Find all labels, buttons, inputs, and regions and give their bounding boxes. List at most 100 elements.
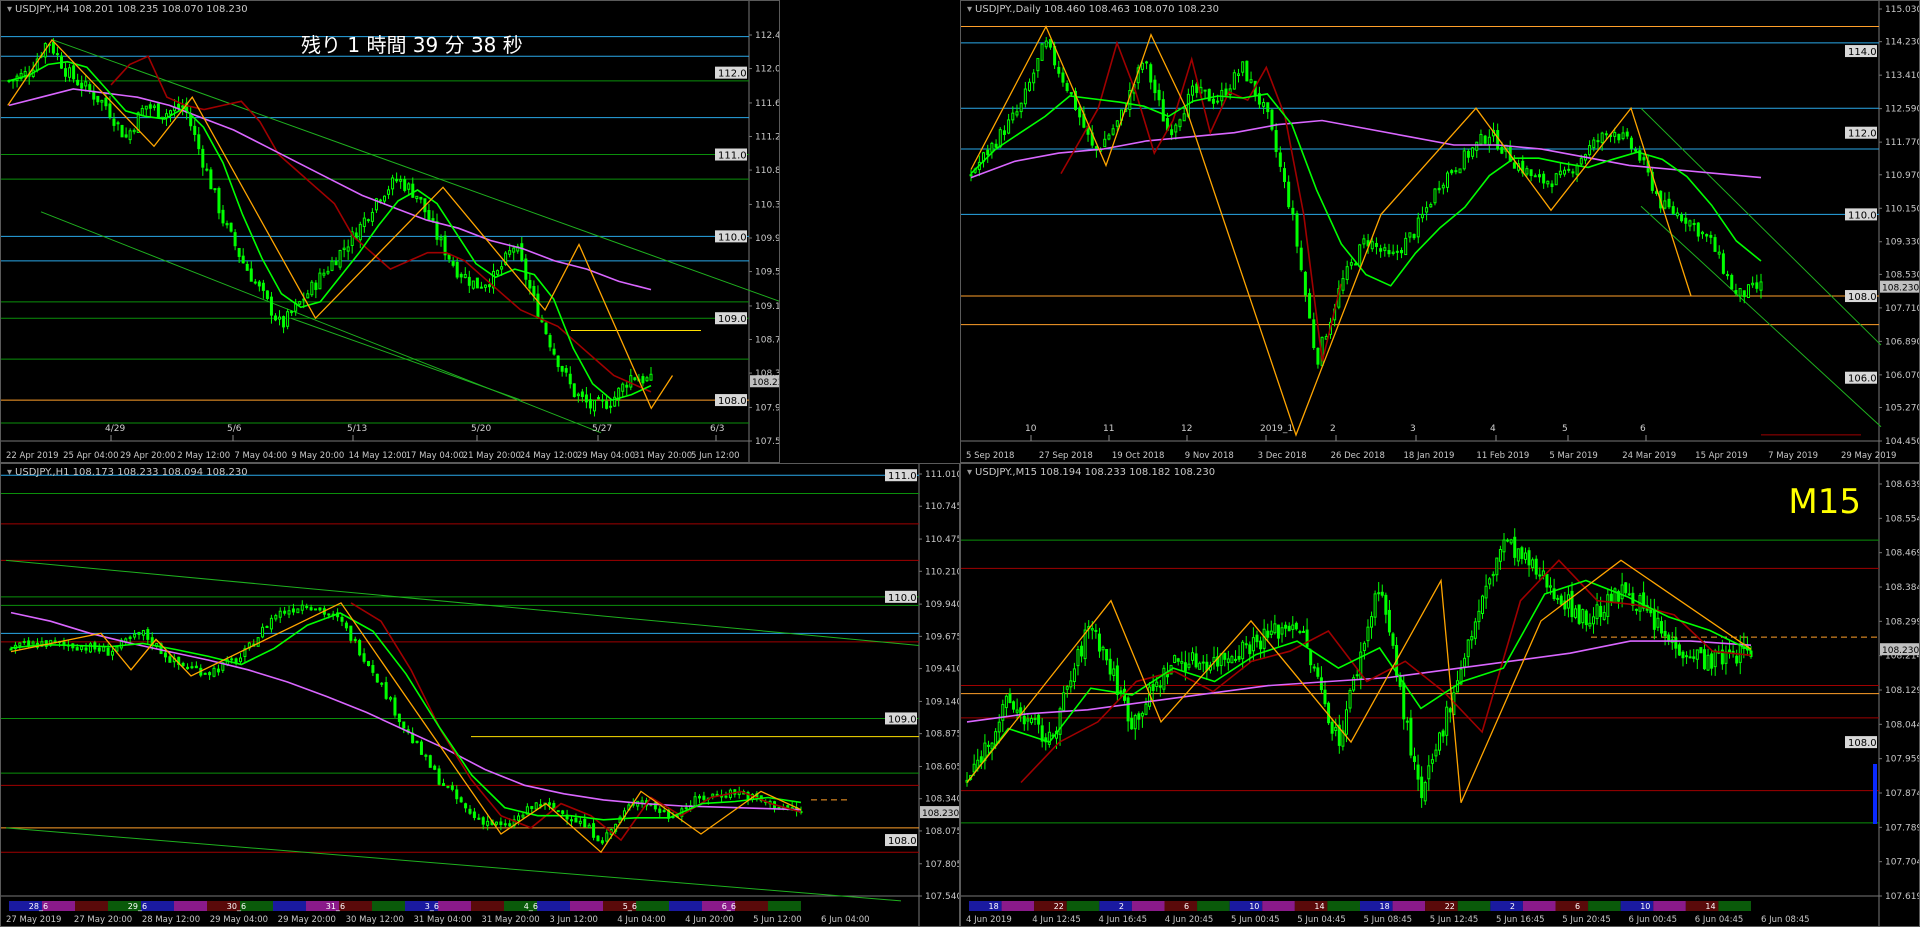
candle-body <box>395 178 399 182</box>
candle-body <box>1387 250 1391 255</box>
candle-body <box>1584 610 1588 626</box>
candle-body <box>362 653 366 662</box>
x-tick-label: 5 Mar 2019 <box>1549 451 1597 461</box>
candle-body <box>96 95 100 103</box>
candle-body <box>1126 697 1130 722</box>
candle-body <box>1596 140 1600 143</box>
candle-body <box>1724 651 1728 664</box>
y-tick-label: 108.740 <box>755 336 780 346</box>
session-bar-segment <box>1588 901 1621 911</box>
candle-body <box>286 311 290 327</box>
y-tick-label: 108.469 <box>1885 549 1920 559</box>
candle-body <box>481 817 485 825</box>
candle-body <box>1180 661 1184 664</box>
candle-body <box>1065 686 1069 690</box>
candle-body <box>1634 149 1638 152</box>
candle-body <box>1298 631 1302 634</box>
candle-body <box>508 250 512 255</box>
y-tick-label: 109.940 <box>925 600 960 610</box>
candle-body <box>194 665 198 669</box>
candle-body <box>1032 72 1036 84</box>
m15-chart-pane[interactable]: 108.639 108.554 108.469 108.384 108.299 108.2… <box>960 463 1920 927</box>
period-marker-label: 4 <box>1490 424 1496 434</box>
candle-body <box>1323 689 1327 705</box>
candle-body <box>1291 624 1295 630</box>
candle-body <box>1516 548 1520 562</box>
candle-body <box>1448 708 1452 713</box>
candle-body <box>1294 622 1298 630</box>
candle-body <box>1269 630 1273 635</box>
candle-body <box>205 168 209 171</box>
candle-body <box>1173 655 1177 663</box>
h4-chart-pane[interactable]: 112.460 112.050 111.630 111.220 110.810 110.3… <box>0 0 780 463</box>
session-bar-segment <box>1164 901 1198 911</box>
session-bar-segment <box>570 901 603 911</box>
candle-body <box>1692 222 1696 225</box>
collapse-triangle-icon[interactable]: ▾ <box>967 4 972 15</box>
candle-body <box>305 606 309 609</box>
candle-body <box>1402 682 1406 720</box>
candle-body <box>141 630 145 636</box>
candle-body <box>536 293 540 319</box>
candle-body <box>1500 146 1504 154</box>
candle-body <box>1145 61 1149 64</box>
ma-green-line <box>10 612 802 821</box>
candle-body <box>1069 680 1073 688</box>
candle-body <box>1425 207 1429 213</box>
candle-body <box>1237 73 1241 77</box>
candle-body <box>1377 592 1381 595</box>
candle-body <box>1599 605 1603 618</box>
session-bar-segment <box>471 901 504 911</box>
candle-body <box>1546 180 1550 185</box>
candle-body <box>1248 644 1252 655</box>
candle-body <box>979 756 983 763</box>
x-tick-label: 5 Jun 12:00 <box>753 915 802 925</box>
candle-body <box>1652 608 1656 630</box>
candle-body <box>1373 593 1377 618</box>
candle-body <box>1446 172 1450 188</box>
candle-body <box>467 276 471 286</box>
candle-body <box>1506 539 1510 542</box>
period-marker-label: 5/27 <box>592 424 612 434</box>
candle-body <box>621 383 625 392</box>
y-tick-label: 110.745 <box>925 502 960 512</box>
candle-body <box>1581 609 1585 624</box>
ma-purple-line <box>8 88 652 291</box>
candle-body <box>1194 653 1198 668</box>
candle-body <box>1130 717 1134 730</box>
candle-body <box>1509 539 1513 544</box>
candle-body <box>1542 173 1546 184</box>
session-bar-segment <box>1001 901 1035 911</box>
candle-body <box>1251 637 1255 652</box>
round-price-label: 114.0 <box>1848 47 1877 58</box>
candle-body <box>986 744 990 747</box>
y-tick-label: 108.299 <box>1885 617 1920 627</box>
x-tick-label: 5 Jun 04:45 <box>1297 915 1346 925</box>
candle-body <box>163 652 167 658</box>
collapse-triangle-icon[interactable]: ▾ <box>967 467 972 478</box>
candle-body <box>1383 247 1387 252</box>
candle-body <box>1433 188 1437 204</box>
session-bar-segment <box>1327 901 1360 911</box>
daily-chart-pane[interactable]: 115.030 114.230 113.410 112.590 111.770 110.9… <box>960 0 1920 463</box>
period-marker-label: 5/13 <box>347 424 367 434</box>
candle-body <box>1334 726 1338 732</box>
candle-body <box>1602 612 1606 620</box>
candle-body <box>702 795 706 800</box>
m15-pane-title: ▾ USDJPY.,M15 108.194 108.233 108.182 108… <box>967 467 1215 478</box>
candle-body <box>1284 624 1288 629</box>
y-tick-label: 111.770 <box>1885 138 1920 148</box>
candle-body <box>597 397 601 400</box>
candle-body <box>1702 649 1706 670</box>
collapse-triangle-icon[interactable]: ▾ <box>7 467 12 478</box>
candle-body <box>1354 263 1358 266</box>
round-price-label: 108.0 <box>1848 292 1877 303</box>
candle-body <box>1498 548 1502 562</box>
collapse-triangle-icon[interactable]: ▾ <box>7 4 12 15</box>
x-tick-label: 4 Jun 16:45 <box>1099 915 1148 925</box>
h4-chart-svg: 112.460 112.050 111.630 111.220 110.810 110.3… <box>1 1 780 462</box>
h1-chart-pane[interactable]: 111.010 110.745 110.475 110.210 109.940 109.6… <box>0 463 960 927</box>
trend-line <box>5 827 902 902</box>
candle-body <box>496 270 500 275</box>
candle-body <box>399 179 403 182</box>
